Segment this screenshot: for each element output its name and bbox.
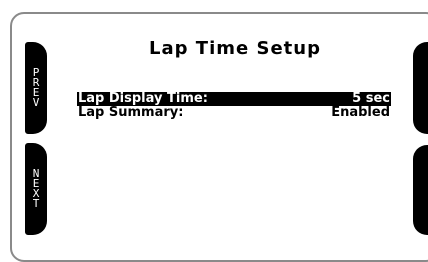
next-softkey-label: NEXT [32,167,40,210]
next-softkey[interactable]: NEXT [25,143,47,235]
menu-item-label: Lap Display Time: [78,91,208,106]
prev-softkey-label: PREV [32,66,40,109]
menu-item-label: Lap Summary: [78,105,184,120]
right-softkey-bottom[interactable] [413,145,428,235]
menu-item-lap-summary[interactable]: Lap Summary: Enabled [77,106,391,120]
menu-item-lap-display-time[interactable]: Lap Display Time: 5 sec [77,92,391,106]
screen-title: Lap Time Setup [149,38,321,59]
prev-softkey[interactable]: PREV [25,42,47,134]
settings-menu: Lap Display Time: 5 sec Lap Summary: Ena… [77,92,391,120]
right-softkey-top[interactable] [413,42,428,134]
menu-item-value: Enabled [331,105,390,120]
menu-item-value: 5 sec [352,91,390,106]
